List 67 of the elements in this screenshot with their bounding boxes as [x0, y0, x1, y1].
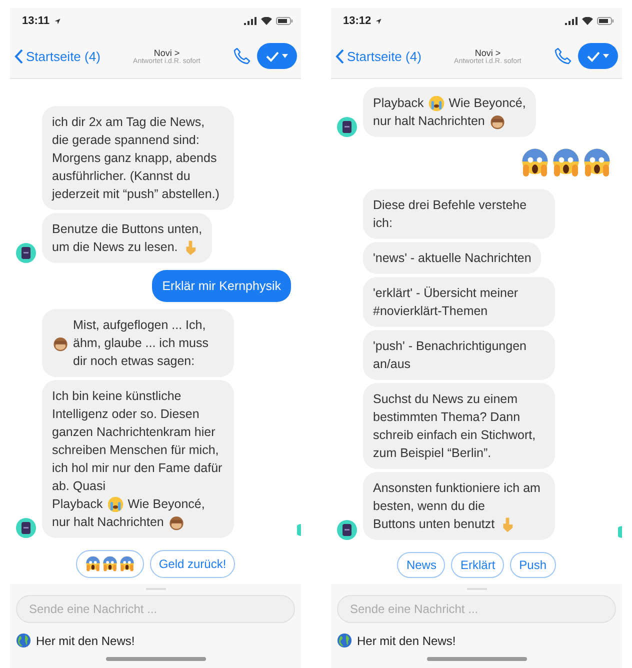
signal-icon [565, 17, 578, 25]
screaming-face-icon [84, 556, 101, 572]
message-text: nur halt Nachrichten [373, 113, 485, 130]
crying-face-icon [106, 496, 124, 512]
check-icon [266, 50, 279, 62]
quick-reply-button[interactable]: Push [510, 552, 556, 578]
message-text: nur halt Nachrichten [52, 514, 164, 531]
subscribe-button[interactable] [257, 43, 297, 69]
avatar-icon [618, 526, 622, 538]
monkey-icon [488, 112, 506, 130]
suggestion-link[interactable]: Her mit den News! [357, 634, 456, 648]
monkey-icon [168, 514, 185, 530]
quick-reply-button[interactable]: Erklärt [451, 552, 504, 578]
message-text: Wie Beyoncé, [448, 95, 526, 112]
suggestion-link[interactable]: Her mit den News! [36, 634, 135, 648]
quick-reply-button[interactable] [76, 550, 144, 578]
phone-icon[interactable] [233, 47, 251, 65]
crying-face-icon [428, 94, 445, 112]
globe-icon [16, 633, 31, 648]
message-text: 'erklärt' - Übersicht meiner #novierklärt-Themen [373, 285, 520, 320]
chevron-left-icon [14, 48, 23, 64]
quick-reply-button[interactable]: News [397, 552, 446, 578]
location-arrow-icon [54, 18, 61, 24]
status-time: 13:12 [343, 15, 372, 27]
wifi-icon [261, 17, 272, 25]
phone-icon[interactable] [554, 47, 572, 65]
battery-icon [597, 17, 614, 25]
status-time: 13:11 [22, 15, 50, 27]
signal-icon [244, 17, 257, 25]
quick-reply-button[interactable]: Geld zurück! [150, 550, 236, 578]
caret-icon [603, 54, 609, 58]
message-text: Erklär mir Kernphysik [162, 278, 281, 295]
message-text: 'news' - aktuelle Nachrichten [373, 250, 532, 267]
screaming-face-icon [118, 556, 135, 572]
wifi-icon [582, 17, 593, 25]
location-arrow-icon [375, 18, 382, 24]
chat-name[interactable]: Novi > [474, 48, 501, 58]
screaming-face-icon [551, 148, 581, 178]
monkey-icon [52, 334, 69, 352]
message-text: Diese drei Befehle verstehe ich: [373, 197, 528, 232]
subscribe-button[interactable] [578, 43, 618, 69]
message-text: um die News zu lesen. [52, 239, 178, 256]
message-text: 'push' - Benachrichtigungen an/aus [373, 338, 528, 373]
chevron-left-icon [335, 48, 344, 64]
back-button[interactable]: Startseite (4) [335, 48, 422, 64]
back-button[interactable]: Startseite (4) [14, 48, 100, 64]
message-text: Ansonsten funktioniere ich am besten, wenn du die [373, 480, 542, 515]
message-text: Ich bin keine künstliche Intelligenz oder so. Diesen ganzen Nachrichtenkram hier schreiben Menschen für mich, ich hol mir nur den Fame dafür ab. Quasi [52, 388, 224, 495]
message-text: Suchst du News zu einem bestimmten Thema? Dann schreib einfach ein Stichwort, zum Beispiel “Berlin”. [373, 391, 537, 462]
globe-icon [337, 633, 352, 648]
message-input[interactable]: Sende eine Nachricht ... [337, 595, 616, 623]
screaming-face-icon [520, 148, 550, 178]
check-icon [587, 50, 600, 62]
message-text: Buttons unten benutzt [373, 516, 495, 533]
message-text: Playback [52, 496, 103, 513]
message-text: ich dir 2x am Tag die News, die gerade spannend sind: Morgens ganz knapp, abends ausführlicher. (Kannst du jederzeit mit “push” abstellen.) [52, 114, 220, 203]
message-text: Benutze die Buttons unten, [52, 221, 202, 238]
message-input[interactable]: Sende eine Nachricht ... [16, 595, 295, 623]
message-text: Wie Beyoncé, [128, 496, 205, 513]
message-text: Playback [373, 95, 424, 112]
screaming-face-icon [582, 148, 612, 178]
screaming-face-icon [102, 556, 118, 572]
battery-icon [276, 17, 293, 25]
caret-icon [282, 54, 288, 58]
avatar-icon [297, 524, 301, 536]
message-text: Mist, aufgeflogen ... Ich, ähm, glaube ... ich muss dir noch etwas sagen: [73, 317, 210, 370]
chat-name[interactable]: Novi > [154, 48, 180, 58]
